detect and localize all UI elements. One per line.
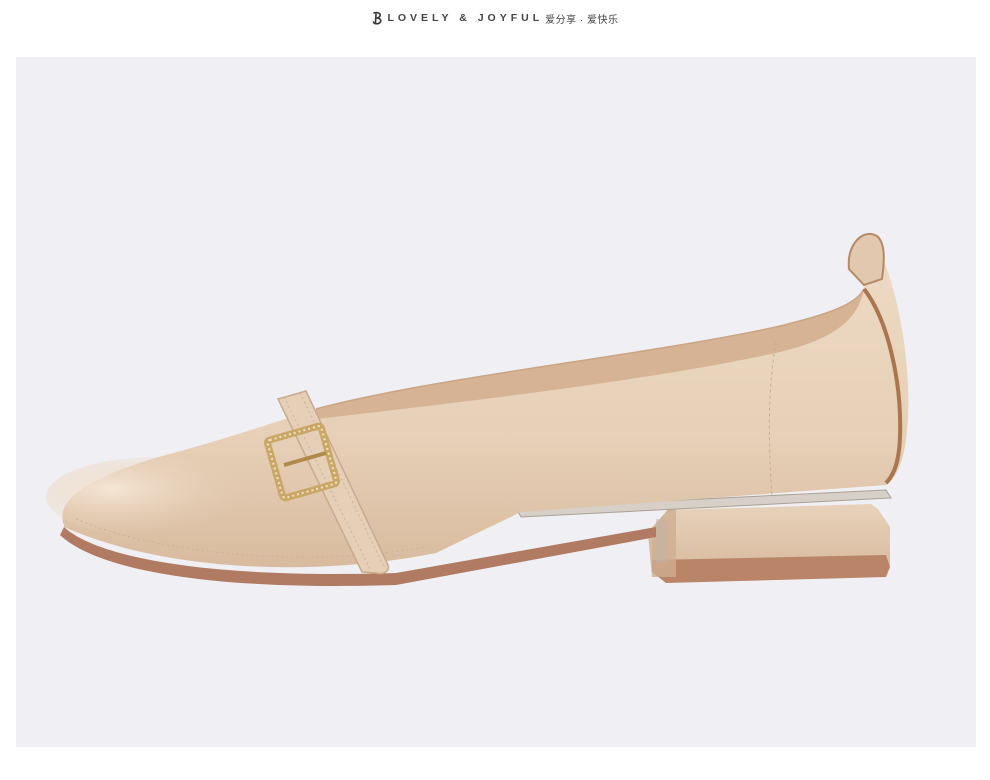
brand-header: LOVELY & JOYFUL 爱分享 · 爱快乐 — [0, 9, 990, 27]
heel-pull-tab — [847, 232, 885, 287]
shoe-illustration — [46, 232, 909, 586]
shoe-heel — [648, 504, 890, 583]
brand-logo-icon — [373, 11, 383, 25]
brand-tagline-chinese: 爱分享 · 爱快乐 — [545, 14, 619, 26]
product-photo — [16, 57, 976, 747]
brand-tagline-english: LOVELY & JOYFUL — [387, 12, 544, 24]
toe-highlight — [46, 457, 266, 537]
